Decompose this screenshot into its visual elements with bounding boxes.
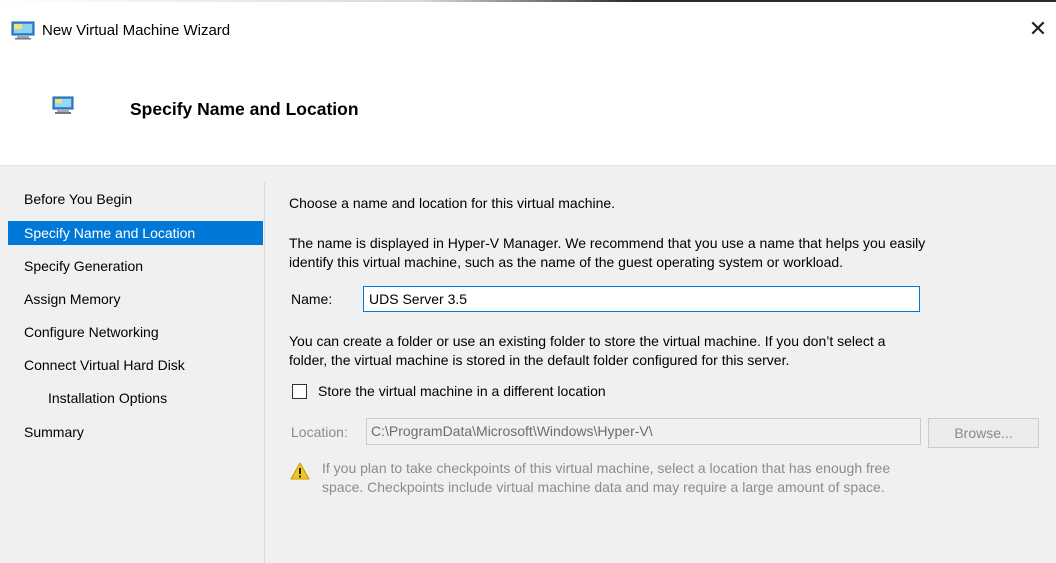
name-label: Name: [291,291,333,307]
virtual-machine-icon [52,96,74,116]
folder-help-line-2: folder, the virtual machine is stored in… [289,352,790,368]
sidebar-item-installation-options[interactable]: Installation Options [8,386,263,410]
location-label: Location: [291,424,348,440]
close-icon[interactable]: ✕ [1026,16,1050,42]
window-top-border [0,0,1056,2]
location-input[interactable]: C:\ProgramData\Microsoft\Windows\Hyper-V… [366,418,921,445]
sidebar-item-specify-generation[interactable]: Specify Generation [8,254,263,278]
page-title: Specify Name and Location [130,99,359,119]
browse-button[interactable]: Browse... [928,418,1039,448]
sidebar-item-connect-virtual-hard-disk[interactable]: Connect Virtual Hard Disk [8,353,263,377]
sidebar-item-specify-name-and-location[interactable]: Specify Name and Location [8,221,263,245]
warning-line-1: If you plan to take checkpoints of this … [322,460,891,476]
vm-name-input[interactable]: UDS Server 3.5 [363,286,920,312]
name-help-line-1: The name is displayed in Hyper-V Manager… [289,235,926,251]
folder-help-line-1: You can create a folder or use an existi… [289,333,886,349]
sidebar-item-configure-networking[interactable]: Configure Networking [8,320,263,344]
warning-triangle-icon [290,462,310,480]
sidebar-divider [264,182,265,563]
sidebar-item-assign-memory[interactable]: Assign Memory [8,287,263,311]
name-help-line-2: identify this virtual machine, such as t… [289,254,844,270]
warning-line-2: space. Checkpoints include virtual machi… [322,479,885,495]
sidebar-item-summary[interactable]: Summary [8,420,263,444]
store-different-location-checkbox[interactable] [292,384,307,399]
store-different-location-label[interactable]: Store the virtual machine in a different… [318,383,606,399]
window-title: New Virtual Machine Wizard [42,22,231,39]
sidebar-item-before-you-begin[interactable]: Before You Begin [8,187,263,211]
intro-text: Choose a name and location for this virt… [289,195,616,211]
virtual-machine-icon [11,21,35,40]
